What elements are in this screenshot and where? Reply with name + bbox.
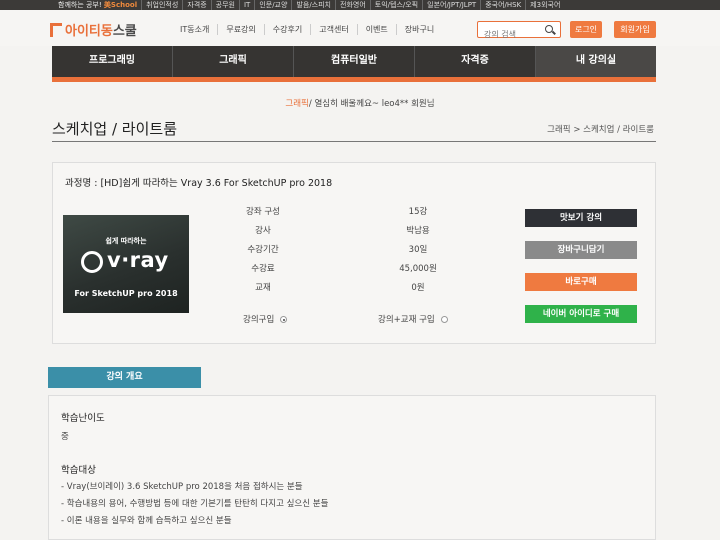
site-logo[interactable]: 아이티동스쿨 — [50, 20, 137, 39]
strip-cat-4[interactable]: 인문/교양 — [254, 0, 291, 10]
strip-cat-0[interactable]: 취업인적성 — [141, 0, 182, 10]
naver-buy-button[interactable]: 네이버 아이디로 구매 — [525, 305, 637, 323]
strip-cat-3[interactable]: IT — [238, 0, 254, 10]
add-to-cart-button[interactable]: 장바구니담기 — [525, 241, 637, 259]
tab-overview[interactable]: 강의 개요 — [48, 367, 201, 388]
strip-cat-1[interactable]: 자격증 — [182, 0, 210, 10]
main-nav-graphics[interactable]: 그래픽 — [172, 46, 293, 77]
search-icon[interactable] — [545, 25, 553, 33]
strip-cat-9[interactable]: 중국어/HSK — [480, 0, 525, 10]
course-name: 과정명 : [HD]쉽게 따라하는 Vray 3.6 For SketchUP … — [65, 178, 333, 189]
strip-cat-5[interactable]: 발음/스피치 — [291, 0, 335, 10]
breadcrumb[interactable]: 그래픽 > 스케치업 / 라이트룸 — [547, 123, 654, 135]
info-row-instructor: 강사 박남용 — [255, 226, 430, 236]
buy-now-button[interactable]: 바로구매 — [525, 273, 637, 291]
main-nav-certificate[interactable]: 자격증 — [414, 46, 535, 77]
strip-cat-10[interactable]: 제3외국어 — [525, 0, 564, 10]
target-heading: 학습대상 — [61, 465, 96, 476]
strip-slogan: 함께하는 공부! 美School — [58, 1, 138, 9]
greeting-category: 그래픽 — [285, 99, 309, 109]
vray-logo-icon — [81, 251, 103, 273]
page-title: 스케치업 / 라이트룸 — [52, 120, 177, 138]
title-divider — [52, 141, 656, 142]
main-nav-computer[interactable]: 컴퓨터일반 — [293, 46, 414, 77]
top-nav-support[interactable]: 고객센터 — [310, 24, 356, 35]
target-item-1: - Vray(브이레이) 3.6 SketchUP pro 2018을 처음 접… — [61, 482, 303, 492]
greeting: 그래픽/ 열심히 배울께요~ leo4** 회원님 — [0, 97, 720, 109]
search-input[interactable] — [478, 27, 538, 42]
info-row-book: 교재 0원 — [255, 283, 425, 293]
strip-brand[interactable]: 美School — [104, 1, 137, 9]
strip-cat-6[interactable]: 전화영어 — [335, 0, 370, 10]
difficulty-heading: 학습난이도 — [61, 413, 105, 424]
radio-lecture[interactable] — [280, 316, 288, 323]
top-nav-reviews[interactable]: 수강후기 — [263, 24, 310, 35]
login-button[interactable]: 로그인 — [570, 21, 602, 38]
info-row-period: 수강기간 30일 — [247, 245, 428, 255]
thumb-logo-text: v·ray — [107, 248, 169, 272]
top-nav-cart[interactable]: 장바구니 — [395, 24, 442, 35]
top-nav-events[interactable]: 이벤트 — [356, 24, 396, 35]
preview-button[interactable]: 맛보기 강의 — [525, 209, 637, 227]
difficulty-value: 중 — [61, 432, 69, 442]
signup-button[interactable]: 회원가입 — [614, 21, 656, 38]
main-nav: 프로그래밍 그래픽 컴퓨터일반 자격증 내 강의실 — [52, 46, 656, 82]
course-panel: 과정명 : [HD]쉽게 따라하는 Vray 3.6 For SketchUP … — [52, 162, 656, 344]
thumb-subtitle: 쉽게 따라하는 — [105, 237, 147, 245]
info-row-chapters: 강좌 구성 15강 — [246, 207, 428, 217]
strip-cat-2[interactable]: 공무원 — [210, 0, 239, 10]
option-lecture[interactable]: 강의구입 — [243, 313, 288, 325]
category-strip: 함께하는 공부! 美School 취업인적성 자격증 공무원 IT 인문/교양 발음/스피치… — [0, 0, 720, 10]
site-header: 아이티동스쿨 IT동소개무료강의수강후기고객센터이벤트장바구니 로그인 회원가입 — [0, 10, 720, 46]
search-box — [477, 21, 561, 42]
course-description: 학습난이도 중 학습대상 - Vray(브이레이) 3.6 SketchUP p… — [48, 395, 656, 540]
top-nav-free[interactable]: 무료강의 — [217, 24, 263, 35]
radio-lecture-book[interactable] — [440, 316, 448, 323]
target-item-2: - 학습내용의 용어, 수행방법 등에 대한 기본기를 탄탄히 다지고 싶으신 … — [61, 499, 329, 509]
greeting-text: / 열심히 배울께요~ leo4** 회원님 — [308, 99, 435, 109]
top-nav: IT동소개 무료강의 수강후기 고객센터 이벤트 장바구니 — [172, 24, 442, 35]
top-nav-about[interactable]: IT동소개 — [172, 24, 217, 35]
main-nav-my-classroom[interactable]: 내 강의실 — [535, 46, 656, 77]
strip-cat-8[interactable]: 일본어/JPT/JLPT — [422, 0, 480, 10]
logo-mark-icon — [50, 23, 62, 37]
option-lecture-book[interactable]: 강의+교재 구입 — [378, 313, 448, 325]
target-item-3: - 이론 내용을 실무와 함께 습득하고 싶으신 분들 — [61, 516, 232, 526]
info-row-fee: 수강료 45,000원 — [251, 264, 437, 274]
thumb-for-text: For SketchUP pro 2018 — [74, 289, 178, 298]
course-thumbnail: 쉽게 따라하는 v·ray For SketchUP pro 2018 — [63, 215, 189, 313]
main-nav-programming[interactable]: 프로그래밍 — [52, 46, 172, 77]
strip-cat-7[interactable]: 토익/텝스/오픽 — [369, 0, 422, 10]
